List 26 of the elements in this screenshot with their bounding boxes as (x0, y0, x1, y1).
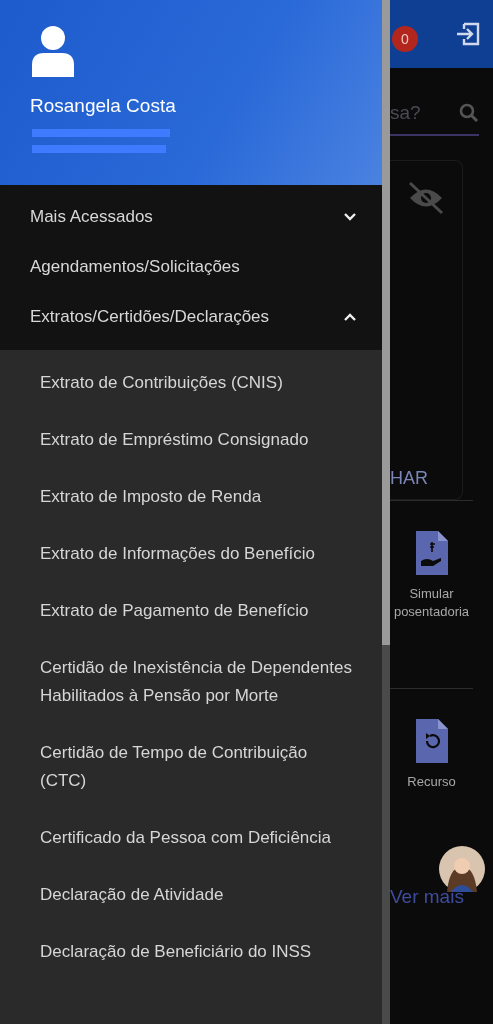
menu-item[interactable]: Mais Acessados (0, 192, 382, 242)
submenu-item[interactable]: Certidão de Inexistência de Dependentes Habilitados à Pensão por Morte (0, 639, 382, 724)
card-action-link[interactable]: HAR (390, 468, 462, 489)
submenu-item[interactable]: Extrato de Empréstimo Consignado (0, 411, 382, 468)
submenu-item[interactable]: Certificado da Pessoa com Deficiência (0, 809, 382, 866)
service-label: posentadoria (393, 603, 470, 621)
user-icon (30, 25, 76, 77)
submenu-item[interactable]: Extrato de Pagamento de Benefício (0, 582, 382, 639)
search-icon[interactable] (459, 103, 479, 123)
menu-item[interactable]: Agendamentos/Solicitações (0, 242, 382, 292)
menu-item[interactable]: Extratos/Certidões/Declarações (0, 292, 382, 342)
submenu-item[interactable]: Certidão de Tempo de Contribuição (CTC) (0, 724, 382, 809)
service-label: Recurso (407, 773, 456, 791)
document-undo-icon[interactable] (415, 719, 448, 763)
assistant-avatar[interactable] (439, 846, 485, 892)
service-label: Simular (409, 585, 454, 603)
notification-badge: 0 (392, 26, 418, 52)
submenu-item[interactable]: Extrato de Imposto de Renda (0, 468, 382, 525)
submenu-item[interactable]: Extrato de Informações do Benefício (0, 525, 382, 582)
logout-icon[interactable] (455, 21, 481, 47)
submenu-item[interactable]: Declaração de Beneficiário do INSS (0, 923, 382, 980)
document-money-icon[interactable] (415, 531, 448, 575)
submenu-item[interactable]: Extrato de Contribuições (CNIS) (0, 354, 382, 411)
submenu-item[interactable]: Declaração de Atividade (0, 866, 382, 923)
user-name: Rosangela Costa (30, 95, 177, 117)
scrollbar[interactable] (382, 0, 390, 1024)
